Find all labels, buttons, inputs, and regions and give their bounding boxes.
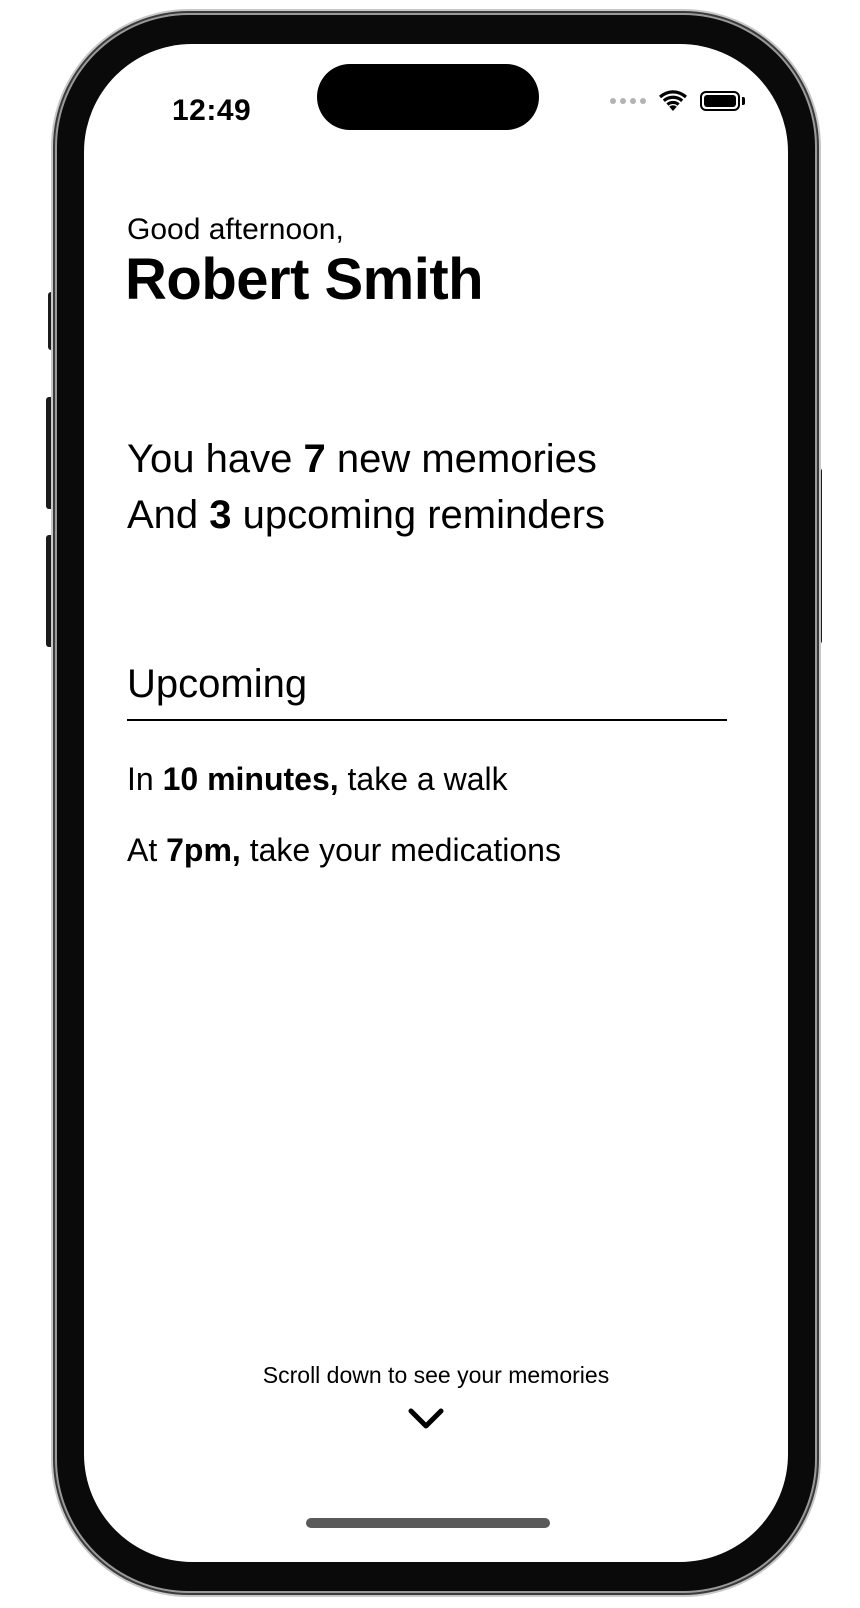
wifi-icon — [659, 90, 687, 111]
phone-frame: 12:49 Good afternoon, Robert Smith You h… — [57, 15, 815, 1591]
chevron-down-icon[interactable] — [407, 1406, 445, 1432]
user-name-heading: Robert Smith — [125, 247, 484, 312]
status-time: 12:49 — [172, 94, 252, 127]
app-screen: 12:49 Good afternoon, Robert Smith You h… — [84, 44, 788, 1562]
reminders-count: 3 — [209, 493, 232, 537]
reminders-summary: And 3 upcoming reminders — [127, 493, 605, 538]
reminder-time: 7pm, — [166, 832, 241, 868]
upcoming-section-title: Upcoming — [127, 662, 308, 706]
volume-down-button — [46, 535, 56, 647]
reminder-prefix: In — [127, 761, 163, 797]
reminder-prefix: At — [127, 832, 167, 868]
reminder-task: take a walk — [338, 761, 508, 797]
reminders-suffix: upcoming reminders — [231, 493, 606, 537]
status-icons — [610, 86, 745, 116]
greeting-text: Good afternoon, — [127, 213, 344, 246]
action-button — [48, 292, 56, 350]
memories-count: 7 — [303, 437, 326, 481]
reminders-prefix: And — [127, 493, 210, 537]
battery-icon — [700, 91, 745, 111]
reminder-task: take your medications — [240, 832, 561, 868]
section-divider — [127, 719, 727, 721]
scroll-hint-text: Scroll down to see your memories — [262, 1362, 610, 1388]
home-indicator[interactable] — [306, 1518, 550, 1528]
volume-up-button — [46, 397, 56, 509]
memories-suffix: new memories — [325, 437, 597, 481]
memories-summary: You have 7 new memories — [127, 437, 597, 482]
reminder-time: 10 minutes, — [162, 761, 339, 797]
dynamic-island — [317, 64, 539, 130]
upcoming-reminder-walk[interactable]: In 10 minutes, take a walk — [127, 761, 508, 798]
device-stage: 12:49 Good afternoon, Robert Smith You h… — [0, 0, 860, 1608]
upcoming-reminder-medications[interactable]: At 7pm, take your medications — [127, 832, 561, 869]
cellular-signal-icon — [610, 98, 646, 104]
memories-prefix: You have — [127, 437, 304, 481]
